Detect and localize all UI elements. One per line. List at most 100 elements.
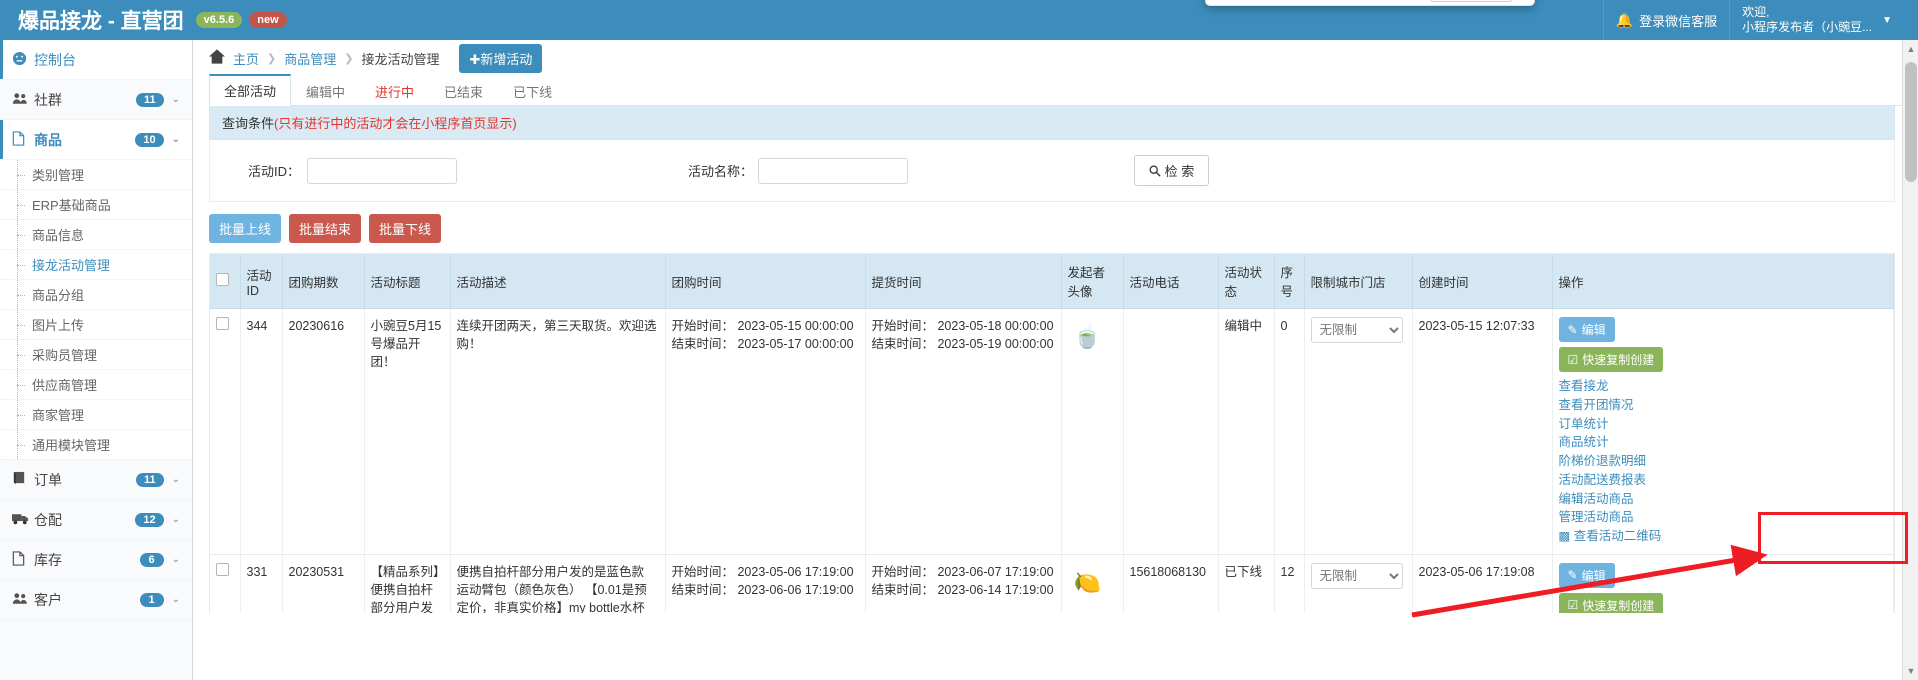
link-manage-activity-products[interactable]: 管理活动商品: [1559, 508, 1888, 527]
row-checkbox[interactable]: [216, 562, 229, 576]
app-logo[interactable]: 爆品接龙 - 直营团 v6.5.6 new: [0, 0, 287, 40]
link-order-stats[interactable]: 订单统计: [1559, 415, 1888, 434]
query-title: 查询条件: [222, 116, 275, 131]
sidebar-item-inventory[interactable]: 库存 6 ⌄: [0, 540, 192, 580]
wechat-service-label: 登录微信客服: [1639, 13, 1718, 29]
triangle-up-icon[interactable]: ▲: [1903, 40, 1918, 58]
sidebar-subitem-supplier-management[interactable]: 供应商管理: [0, 370, 192, 400]
tab-ongoing[interactable]: 进行中: [360, 76, 429, 106]
welcome-line-1: 欢迎,: [1742, 5, 1770, 19]
sidebar-subitem-common-module[interactable]: 通用模块管理: [0, 430, 192, 460]
th-created: 创建时间: [1412, 254, 1553, 309]
tab-finished[interactable]: 已结束: [429, 76, 498, 106]
sidebar-item-dashboard[interactable]: 控制台: [0, 40, 192, 80]
link-tier-refund-detail[interactable]: 阶梯价退款明细: [1559, 452, 1888, 471]
sidebar-subitem-image-upload[interactable]: 图片上传: [0, 310, 192, 340]
search-icon: [1149, 164, 1165, 179]
group-start: 开始时间： 2023-05-15 00:00:00: [671, 319, 854, 333]
sidebar-item-orders[interactable]: 订单 11 ⌄: [0, 460, 192, 500]
link-view-activity-qrcode[interactable]: ▩ 查看活动二维码: [1559, 527, 1888, 546]
sidebar-subitem-erp[interactable]: ERP基础商品: [0, 190, 192, 220]
avatar: 🍵: [1067, 317, 1108, 357]
th-pickup-time: 提货时间: [865, 254, 1062, 309]
sidebar-badge-products: 10: [135, 132, 164, 147]
row-select-cell[interactable]: [210, 554, 241, 613]
batch-finish-button[interactable]: 批量结束: [289, 214, 362, 243]
cell-avatar: 🍋: [1061, 554, 1124, 613]
sidebar-item-inventory-label: 库存: [34, 551, 62, 568]
edit-button-label: 编辑: [1581, 323, 1606, 337]
sidebar-subitem-product-info[interactable]: 商品信息: [0, 220, 192, 250]
batch-online-button[interactable]: 批量上线: [209, 214, 282, 243]
city-store-select[interactable]: 无限制: [1310, 562, 1403, 589]
wechat-service-button[interactable]: 🔔 登录微信客服: [1602, 0, 1729, 40]
tab-all-activities[interactable]: 全部活动: [209, 74, 292, 106]
sidebar-item-customers-label: 客户: [34, 591, 62, 608]
tab-editing[interactable]: 编辑中: [291, 76, 360, 106]
sidebar-item-customers[interactable]: 客户 1 ⌄: [0, 580, 192, 620]
th-period: 团购期数: [282, 254, 365, 309]
modal-remnant-button[interactable]: [1430, 0, 1512, 2]
sidebar-subitem-activity-management[interactable]: 接龙活动管理: [0, 250, 192, 280]
page-scrollbar[interactable]: ▲ ▼: [1902, 40, 1918, 680]
qrcode-icon: ▩: [1558, 529, 1571, 543]
edit-button-label: 编辑: [1581, 568, 1606, 583]
activities-table-wrapper[interactable]: 活动ID 团购期数 活动标题 活动描述 团购时间 提货时间 发起者头像 活动电话…: [209, 253, 1895, 613]
sidebar-subitem-buyer-management[interactable]: 采购员管理: [0, 340, 192, 370]
batch-offline-button[interactable]: 批量下线: [369, 214, 442, 243]
search-button[interactable]: 检 索: [1134, 155, 1210, 186]
breadcrumb-home[interactable]: 主页: [233, 49, 259, 68]
select-all-checkbox[interactable]: [216, 273, 229, 286]
cell-city-store[interactable]: 无限制: [1304, 554, 1413, 613]
modal-remnant: [1205, 0, 1535, 6]
sidebar-subitem-merchant-management[interactable]: 商家管理: [0, 400, 192, 430]
tab-offline[interactable]: 已下线: [498, 76, 567, 106]
user-menu[interactable]: 欢迎, 小程序发布者（小豌豆... ▼: [1729, 0, 1904, 40]
link-product-stats[interactable]: 商品统计: [1559, 433, 1888, 452]
link-delivery-fee-report[interactable]: 活动配送费报表: [1559, 471, 1888, 490]
quick-copy-label: 快速复制创建: [1582, 598, 1655, 613]
breadcrumb-current: 接龙活动管理: [361, 51, 440, 67]
row-checkbox[interactable]: [216, 317, 229, 330]
pencil-icon: ✎: [1567, 568, 1578, 583]
quick-copy-button[interactable]: ☑ 快速复制创建: [1558, 347, 1664, 372]
chevron-down-icon: ⌄: [171, 514, 180, 525]
sidebar-item-products[interactable]: 商品 10 ⌄: [0, 120, 192, 160]
row-select-cell[interactable]: [210, 308, 241, 555]
link-view-chain[interactable]: 查看接龙: [1559, 377, 1888, 396]
activity-id-input[interactable]: [307, 157, 457, 184]
home-icon[interactable]: [209, 48, 225, 68]
sidebar-item-warehouse[interactable]: 仓配 12 ⌄: [0, 500, 192, 540]
quick-copy-button[interactable]: ☑ 快速复制创建: [1558, 592, 1664, 613]
edit-button[interactable]: ✎ 编辑: [1558, 562, 1615, 588]
triangle-down-icon[interactable]: ▼: [1903, 662, 1918, 680]
sidebar-subitem-category[interactable]: 类别管理: [0, 160, 192, 190]
table-row[interactable]: 344 20230616 小豌豆5月15号爆品开团！ 连续开团两天，第三天取货。…: [210, 308, 1894, 555]
cell-description: 连续开团两天，第三天取货。欢迎选购！: [450, 308, 666, 555]
activity-name-input[interactable]: [758, 157, 908, 184]
new-activity-button[interactable]: ✚新增活动: [459, 43, 543, 73]
pickup-start: 开始时间： 2023-06-07 17:19:00: [871, 564, 1054, 579]
th-select-all[interactable]: [210, 254, 241, 309]
link-edit-activity-products[interactable]: 编辑活动商品: [1559, 490, 1888, 509]
group-start: 开始时间： 2023-05-06 17:19:00: [671, 564, 854, 579]
user-menu-text: 欢迎, 小程序发布者（小豌豆...: [1742, 5, 1872, 35]
link-view-group-status[interactable]: 查看开团情况: [1559, 396, 1888, 415]
cell-period: 20230531: [282, 554, 365, 613]
activities-table: 活动ID 团购期数 活动标题 活动描述 团购时间 提货时间 发起者头像 活动电话…: [210, 254, 1894, 613]
breadcrumb-product-management[interactable]: 商品管理: [284, 49, 336, 68]
table-row[interactable]: 331 20230531 【精品系列】便携自拍杆部分用户发的是蓝色款 运动臂包（…: [210, 554, 1894, 613]
search-button-label: 检 索: [1164, 164, 1195, 179]
city-store-select[interactable]: 无限制: [1310, 317, 1403, 343]
sidebar-item-community[interactable]: 社群 11 ⌄: [0, 80, 192, 120]
bell-icon: 🔔: [1615, 11, 1634, 28]
cell-city-store[interactable]: 无限制: [1304, 308, 1413, 555]
activity-name-label: 活动名称：: [688, 164, 754, 179]
sidebar-subitem-product-group[interactable]: 商品分组: [0, 280, 192, 310]
th-phone: 活动电话: [1123, 254, 1219, 309]
cell-pickup-time: 开始时间： 2023-06-07 17:19:00 结束时间： 2023-06-…: [865, 554, 1062, 613]
scrollbar-thumb[interactable]: [1905, 62, 1917, 182]
group-end: 结束时间： 2023-06-06 17:19:00: [671, 582, 854, 597]
edit-button[interactable]: ✎ 编辑: [1558, 317, 1615, 342]
cell-operations: ✎ 编辑 ☑ 快速复制创建 查看接龙 查看开团情况: [1552, 554, 1894, 613]
